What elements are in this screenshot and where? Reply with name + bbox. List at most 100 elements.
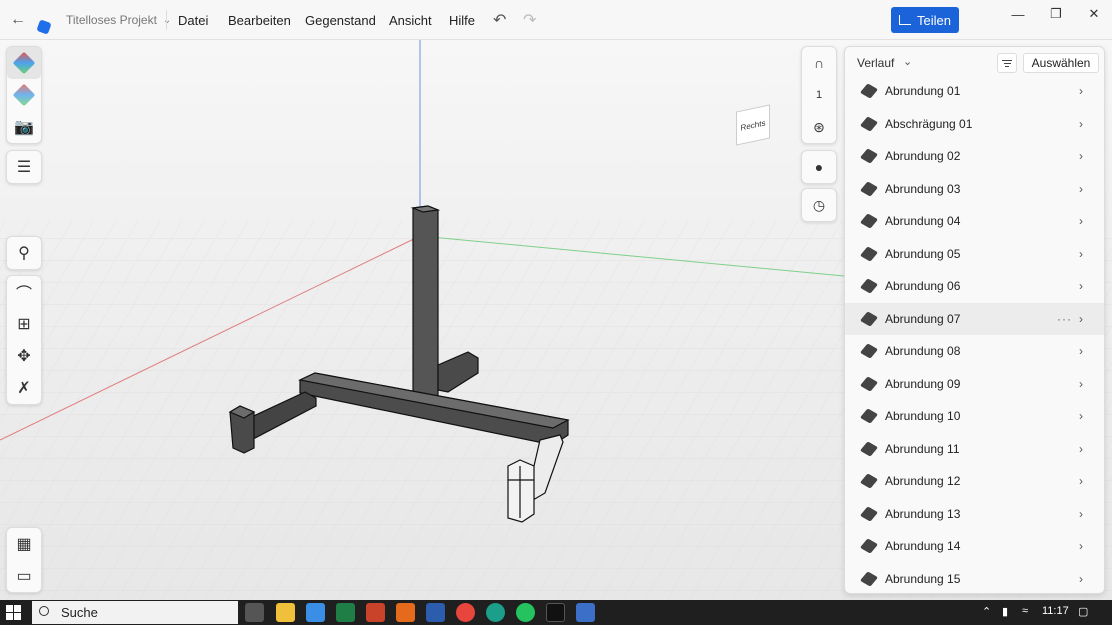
render-view-button[interactable]: 📷: [7, 111, 41, 143]
chevron-right-icon[interactable]: ›: [1079, 442, 1083, 456]
snap-object-icon[interactable]: ⊛: [802, 111, 836, 143]
firefox-icon[interactable]: [396, 603, 415, 622]
wifi-icon[interactable]: ≈: [1022, 605, 1028, 617]
layers-icon[interactable]: ☰: [7, 151, 41, 183]
solid-cube-icon: [12, 51, 36, 75]
history-item[interactable]: Abrundung 01 ›: [845, 75, 1104, 108]
share-button[interactable]: Teilen: [891, 7, 959, 33]
history-item-label: Abrundung 06: [885, 279, 961, 294]
menu-ansicht[interactable]: Ansicht: [389, 13, 432, 28]
clock-time[interactable]: 11:17: [1042, 605, 1069, 617]
material-icon[interactable]: ▦: [7, 528, 41, 560]
sketch-tool-icon[interactable]: ⌒: [7, 276, 41, 308]
terminal-app-icon[interactable]: [546, 603, 565, 622]
project-title-dropdown[interactable]: Titelloses Projekt ⌄: [66, 0, 171, 40]
history-item[interactable]: Abrundung 09 ›: [845, 368, 1104, 401]
chevron-right-icon[interactable]: ›: [1079, 149, 1083, 163]
close-icon[interactable]: ✕: [1075, 0, 1112, 28]
magnet-icon[interactable]: ∩: [802, 47, 836, 79]
chevron-right-icon[interactable]: ›: [1079, 344, 1083, 358]
feature-icon: [859, 408, 879, 424]
history-item-label: Abrundung 15: [885, 571, 961, 586]
chevron-right-icon[interactable]: ›: [1079, 474, 1083, 488]
history-item[interactable]: Abrundung 07 ··· ›: [845, 302, 1104, 335]
chevron-right-icon[interactable]: ›: [1079, 409, 1083, 423]
history-item[interactable]: Abrundung 10 ›: [845, 400, 1104, 433]
chevron-right-icon[interactable]: ›: [1079, 312, 1083, 326]
windows-start-icon[interactable]: [6, 605, 21, 620]
grid-size-button[interactable]: 1: [802, 79, 836, 111]
battery-icon[interactable]: ▮: [1002, 605, 1008, 618]
chrome-icon[interactable]: [456, 603, 475, 622]
modify-tool-icon[interactable]: ✗: [7, 372, 41, 404]
back-arrow-icon[interactable]: ←: [8, 0, 28, 40]
history-item[interactable]: Abrundung 08 ›: [845, 335, 1104, 368]
chevron-right-icon[interactable]: ›: [1079, 507, 1083, 521]
history-item[interactable]: Abrundung 02 ›: [845, 140, 1104, 173]
history-item[interactable]: Abrundung 04 ›: [845, 205, 1104, 238]
appearance-toolbar: ●: [801, 150, 837, 184]
chevron-right-icon[interactable]: ›: [1079, 247, 1083, 261]
whatsapp-icon[interactable]: [516, 603, 535, 622]
chevron-right-icon[interactable]: ›: [1079, 279, 1083, 293]
word-icon[interactable]: [426, 603, 445, 622]
history-item[interactable]: Abschrägung 01 ›: [845, 108, 1104, 141]
redo-icon[interactable]: ↷: [523, 0, 536, 40]
chevron-right-icon[interactable]: ›: [1079, 117, 1083, 131]
chevron-right-icon[interactable]: ›: [1079, 214, 1083, 228]
solid-view-button[interactable]: [7, 47, 41, 79]
history-item[interactable]: Abrundung 14 ›: [845, 530, 1104, 563]
search-toolbar: ⚲: [6, 236, 42, 270]
minimize-icon[interactable]: —: [999, 0, 1037, 28]
powerpoint-icon[interactable]: [366, 603, 385, 622]
view-cube[interactable]: Rechts: [730, 100, 780, 150]
history-item[interactable]: Abrundung 03 ›: [845, 173, 1104, 206]
task-view-icon[interactable]: [245, 603, 264, 622]
history-item[interactable]: Abrundung 15 ›: [845, 563, 1104, 594]
feature-icon: [859, 538, 879, 554]
measure-icon[interactable]: ▭: [7, 560, 41, 592]
shapr3d-icon[interactable]: [576, 603, 595, 622]
view-cube-face[interactable]: Rechts: [736, 104, 770, 146]
more-options-icon[interactable]: ···: [1057, 312, 1072, 326]
tray-chevron-icon[interactable]: ⌃: [982, 605, 991, 618]
snap-toolbar: ▦ ▭: [6, 527, 42, 593]
chevron-right-icon[interactable]: ›: [1079, 377, 1083, 391]
material-sphere-icon[interactable]: ●: [802, 151, 836, 183]
history-clock-icon[interactable]: ◷: [802, 189, 836, 221]
taskbar-search[interactable]: Suche: [32, 601, 238, 624]
history-title[interactable]: Verlauf: [857, 56, 894, 70]
feature-icon: [859, 571, 879, 587]
menu-hilfe[interactable]: Hilfe: [449, 13, 475, 28]
notification-icon[interactable]: ▢: [1078, 605, 1088, 618]
history-item[interactable]: Abrundung 13 ›: [845, 498, 1104, 531]
history-item[interactable]: Abrundung 06 ›: [845, 270, 1104, 303]
chevron-right-icon[interactable]: ›: [1079, 572, 1083, 586]
add-primitive-icon[interactable]: ⊞: [7, 308, 41, 340]
chevron-right-icon[interactable]: ›: [1079, 182, 1083, 196]
menu-datei[interactable]: Datei: [178, 13, 208, 28]
chevron-right-icon[interactable]: ›: [1079, 84, 1083, 98]
share-icon: [899, 15, 912, 25]
browser-icon[interactable]: [306, 603, 325, 622]
history-item[interactable]: Abrundung 11 ›: [845, 433, 1104, 466]
history-item[interactable]: Abrundung 12 ›: [845, 465, 1104, 498]
chevron-down-icon[interactable]: ⌄: [903, 55, 912, 68]
search-icon[interactable]: ⚲: [7, 237, 41, 269]
shaded-view-button[interactable]: [7, 79, 41, 111]
modeling-toolbar: ⌒ ⊞ ✥ ✗: [6, 275, 42, 405]
history-item-label: Abrundung 03: [885, 181, 961, 196]
excel-icon[interactable]: [336, 603, 355, 622]
edge-icon[interactable]: [486, 603, 505, 622]
transform-tool-icon[interactable]: ✥: [7, 340, 41, 372]
file-explorer-icon[interactable]: [276, 603, 295, 622]
select-button[interactable]: Auswählen: [1023, 53, 1099, 73]
menu-gegenstand[interactable]: Gegenstand: [305, 13, 376, 28]
history-item[interactable]: Abrundung 05 ›: [845, 238, 1104, 271]
undo-icon[interactable]: ↶: [493, 0, 506, 40]
color-cube-icon: [12, 83, 36, 107]
chevron-right-icon[interactable]: ›: [1079, 539, 1083, 553]
restore-icon[interactable]: ❐: [1037, 0, 1075, 28]
menu-bearbeiten[interactable]: Bearbeiten: [228, 13, 291, 28]
filter-button[interactable]: [997, 53, 1017, 73]
